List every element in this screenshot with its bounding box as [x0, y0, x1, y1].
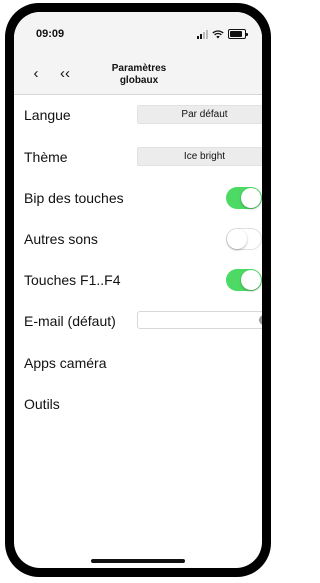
email-label: E-mail (défaut) [24, 313, 116, 329]
setting-row-f-keys: Touches F1..F4 [14, 260, 262, 302]
setting-row-key-beep: Bip des touches [14, 178, 262, 220]
key-beep-label: Bip des touches [24, 190, 124, 206]
other-sounds-label: Autres sons [24, 231, 98, 247]
status-icons [197, 29, 248, 39]
setting-row-other-sounds: Autres sons [14, 219, 262, 261]
back-to-start-icon[interactable]: ‹‹ [54, 64, 76, 84]
page-title-line1: Paramètres [111, 63, 167, 74]
f-keys-toggle[interactable] [226, 269, 262, 291]
setting-row-camera-apps[interactable]: Apps caméra › [14, 343, 262, 385]
status-time: 09:09 [36, 28, 65, 40]
email-field[interactable] [137, 311, 262, 329]
tools-label: Outils [24, 396, 60, 412]
page-title-line2: globaux [119, 75, 159, 86]
wifi-icon [212, 30, 224, 39]
camera-apps-label: Apps caméra [24, 355, 107, 371]
phone-frame: 09:09 ‹ ‹‹ Paramètres globaux Langue Par… [5, 3, 271, 577]
battery-icon [228, 29, 248, 39]
key-beep-toggle[interactable] [226, 187, 262, 209]
other-sounds-toggle[interactable] [226, 228, 262, 250]
status-bar: 09:09 [14, 12, 262, 54]
toggle-knob [241, 270, 261, 290]
theme-label: Thème [24, 149, 68, 165]
setting-row-tools[interactable]: Outils › [14, 384, 262, 426]
language-select-button[interactable]: Par défaut [137, 105, 262, 124]
setting-row-theme: Thème Ice bright [14, 137, 262, 179]
signal-icon [197, 30, 208, 39]
f-keys-label: Touches F1..F4 [24, 272, 121, 288]
toggle-knob [241, 188, 261, 208]
toggle-knob [227, 229, 247, 249]
theme-select-button[interactable]: Ice bright [137, 147, 262, 166]
clear-icon[interactable]: × [259, 315, 262, 325]
language-label: Langue [24, 107, 71, 123]
screen: 09:09 ‹ ‹‹ Paramètres globaux Langue Par… [14, 12, 262, 568]
back-icon[interactable]: ‹ [26, 64, 46, 84]
page-title: Paramètres globaux [84, 63, 194, 87]
setting-row-email: E-mail (défaut) × [14, 301, 262, 343]
navigation-bar: ‹ ‹‹ Paramètres globaux [14, 54, 262, 95]
home-indicator[interactable] [91, 559, 185, 563]
setting-row-language: Langue Par défaut [14, 95, 262, 137]
